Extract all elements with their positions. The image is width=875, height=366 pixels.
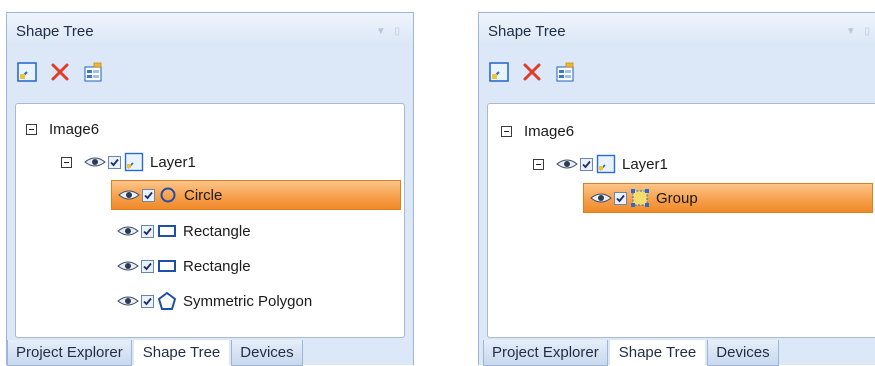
shape-checkbox[interactable] bbox=[141, 259, 154, 273]
add-layer-icon bbox=[489, 62, 509, 82]
shape-tree-toolbar bbox=[487, 59, 577, 85]
panel-tabs: Project Explorer Shape Tree Devices bbox=[483, 340, 781, 366]
collapse-toggle-icon[interactable] bbox=[533, 158, 544, 170]
shape-checkbox[interactable] bbox=[141, 224, 154, 238]
tree-node-label: Circle bbox=[184, 186, 223, 204]
shape-tree-view[interactable]: Image6 Layer1 Circle Rectangle Rectangle… bbox=[15, 103, 405, 338]
panel-title: Shape Tree bbox=[16, 23, 94, 40]
properties-icon bbox=[556, 62, 574, 82]
shape-tree-toolbar bbox=[15, 59, 105, 85]
layer-checkbox[interactable] bbox=[108, 155, 121, 169]
shape-checkbox[interactable] bbox=[141, 294, 154, 308]
tab-devices[interactable]: Devices bbox=[707, 340, 779, 366]
visibility-eye-icon[interactable] bbox=[118, 188, 140, 202]
panel-title-bar[interactable]: Shape Tree ▼ ▯ bbox=[479, 13, 875, 46]
pin-icon[interactable]: ▼ ▯ bbox=[376, 26, 403, 37]
delete-x-icon bbox=[523, 63, 541, 81]
layer-checkbox[interactable] bbox=[580, 157, 593, 171]
properties-button[interactable] bbox=[81, 60, 105, 84]
layer-icon bbox=[596, 154, 616, 174]
collapse-toggle-icon[interactable] bbox=[61, 156, 72, 168]
tree-node-root[interactable]: Image6 bbox=[501, 119, 574, 143]
tree-node-shape-circle[interactable]: Circle bbox=[111, 180, 401, 210]
circle-icon bbox=[158, 185, 178, 205]
visibility-eye-icon[interactable] bbox=[117, 259, 139, 273]
tree-node-layer[interactable]: Layer1 bbox=[61, 150, 196, 174]
rectangle-icon bbox=[157, 221, 177, 241]
tree-node-root[interactable]: Image6 bbox=[26, 117, 99, 141]
tab-shape-tree[interactable]: Shape Tree bbox=[133, 340, 230, 366]
delete-button[interactable] bbox=[48, 60, 72, 84]
tab-project-explorer[interactable]: Project Explorer bbox=[483, 340, 608, 366]
add-layer-button[interactable] bbox=[487, 60, 511, 84]
layer-icon bbox=[124, 152, 144, 172]
properties-icon bbox=[84, 62, 102, 82]
tree-node-layer[interactable]: Layer1 bbox=[533, 152, 668, 176]
tree-node-label: Rectangle bbox=[183, 222, 251, 240]
shape-tree-view[interactable]: Image6 Layer1 Group bbox=[487, 103, 875, 338]
tab-shape-tree[interactable]: Shape Tree bbox=[609, 340, 706, 366]
delete-x-icon bbox=[51, 63, 69, 81]
panel-tabs: Project Explorer Shape Tree Devices bbox=[7, 340, 305, 366]
tab-devices[interactable]: Devices bbox=[231, 340, 303, 366]
visibility-eye-icon[interactable] bbox=[556, 157, 578, 171]
shape-checkbox[interactable] bbox=[142, 188, 155, 202]
delete-button[interactable] bbox=[520, 60, 544, 84]
tab-project-explorer[interactable]: Project Explorer bbox=[7, 340, 132, 366]
group-icon bbox=[630, 188, 650, 208]
visibility-eye-icon[interactable] bbox=[117, 294, 139, 308]
shape-tree-panel-right: Shape Tree ▼ ▯ Image6 Layer1 Group Proje… bbox=[478, 12, 875, 366]
tree-node-label: Layer1 bbox=[622, 155, 668, 173]
collapse-toggle-icon[interactable] bbox=[501, 125, 512, 137]
add-layer-button[interactable] bbox=[15, 60, 39, 84]
panel-title-bar[interactable]: Shape Tree ▼ ▯ bbox=[7, 13, 413, 46]
tree-node-shape-rectangle[interactable]: Rectangle bbox=[117, 254, 251, 278]
tree-node-shape-group[interactable]: Group bbox=[583, 183, 873, 213]
pin-icon[interactable]: ▼ ▯ bbox=[846, 26, 873, 37]
tree-node-shape-rectangle[interactable]: Rectangle bbox=[117, 219, 251, 243]
visibility-eye-icon[interactable] bbox=[117, 224, 139, 238]
tree-node-label: Image6 bbox=[49, 120, 100, 138]
tree-node-label: Layer1 bbox=[150, 153, 196, 171]
shape-tree-panel-left: Shape Tree ▼ ▯ Image6 Layer1 Circle Rect… bbox=[6, 12, 414, 366]
tree-node-label: Group bbox=[656, 189, 698, 207]
pentagon-icon bbox=[157, 291, 177, 311]
rectangle-icon bbox=[157, 256, 177, 276]
visibility-eye-icon[interactable] bbox=[84, 155, 106, 169]
tree-node-label: Symmetric Polygon bbox=[183, 292, 313, 310]
properties-button[interactable] bbox=[553, 60, 577, 84]
panel-title: Shape Tree bbox=[488, 23, 566, 40]
add-layer-icon bbox=[17, 62, 37, 82]
collapse-toggle-icon[interactable] bbox=[26, 123, 37, 135]
tree-node-label: Rectangle bbox=[183, 257, 251, 275]
tree-node-shape-polygon[interactable]: Symmetric Polygon bbox=[117, 289, 312, 313]
tree-node-label: Image6 bbox=[524, 122, 575, 140]
shape-checkbox[interactable] bbox=[614, 191, 627, 205]
visibility-eye-icon[interactable] bbox=[590, 191, 612, 205]
